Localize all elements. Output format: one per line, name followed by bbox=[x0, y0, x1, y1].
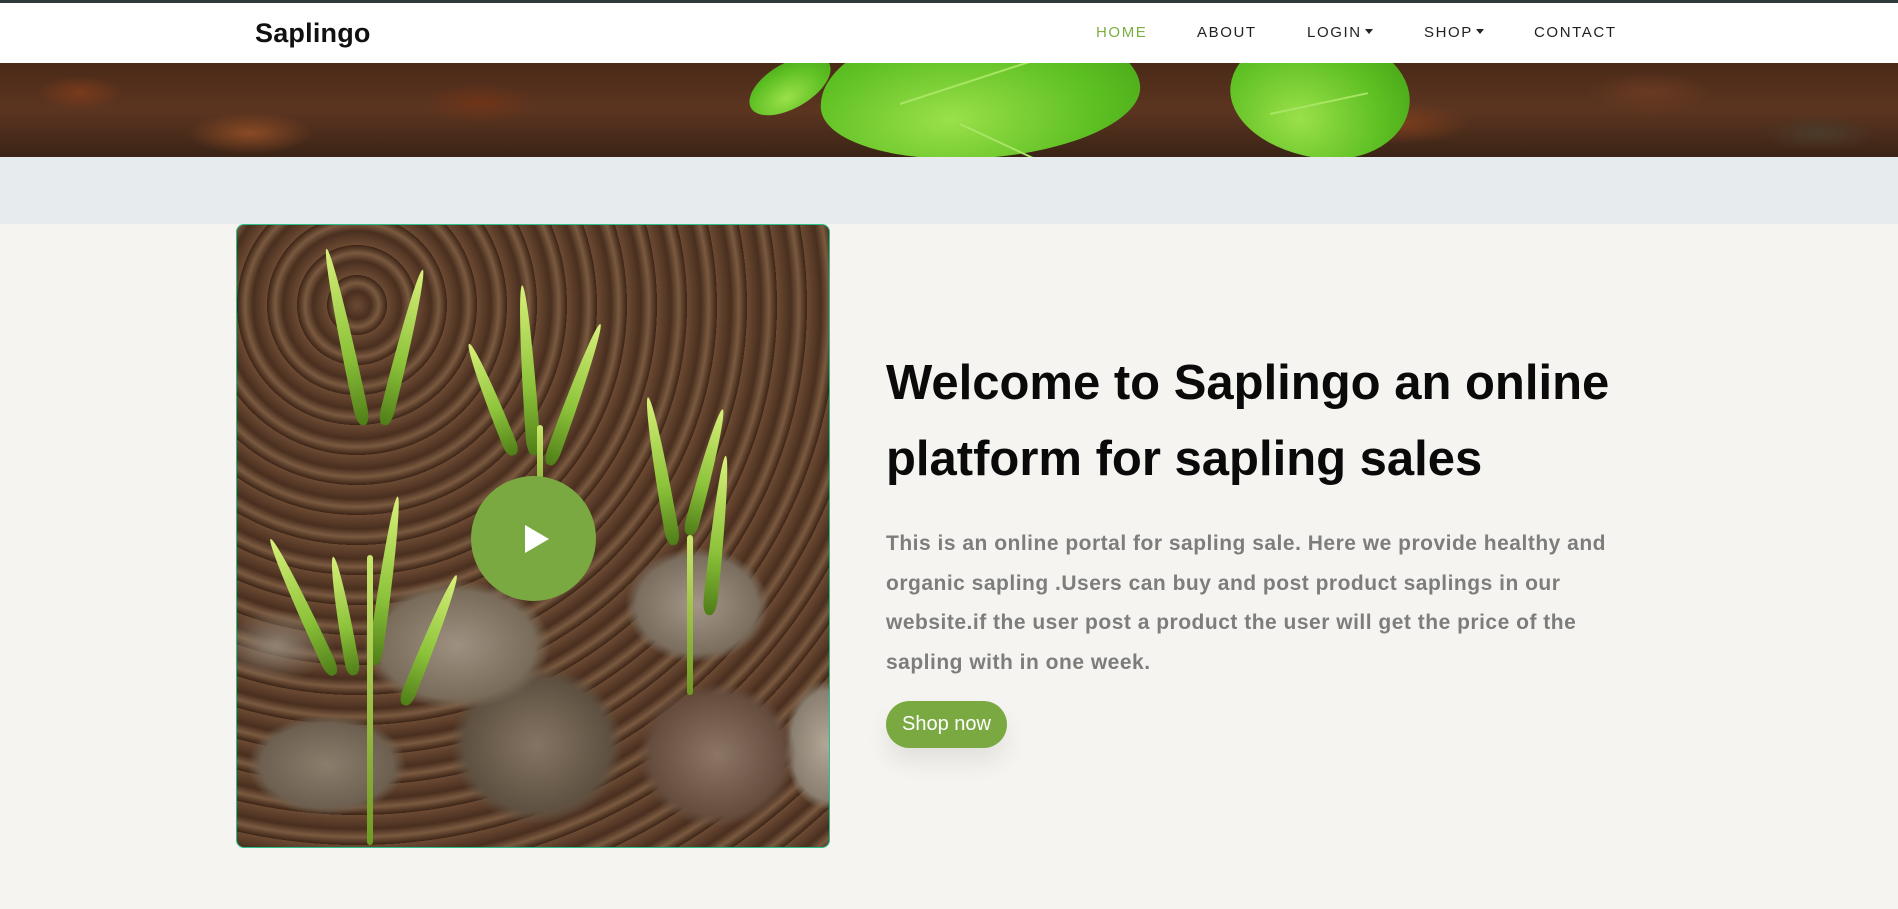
nav-item-login[interactable]: LOGIN bbox=[1307, 24, 1373, 41]
nav-item-about[interactable]: ABOUT bbox=[1197, 24, 1257, 41]
hero-headline: Welcome to Saplingo an online platform f… bbox=[886, 356, 1610, 486]
nav-item-contact[interactable]: CONTACT bbox=[1534, 24, 1617, 41]
navbar: Saplingo HOME ABOUT LOGIN SHOP CONTACT bbox=[0, 0, 1898, 63]
play-icon bbox=[524, 524, 549, 553]
hero-banner-image bbox=[0, 63, 1898, 157]
hero-description: This is an online portal for sapling sal… bbox=[886, 532, 1606, 674]
shop-now-button[interactable]: Shop now bbox=[886, 701, 1007, 748]
section-divider bbox=[0, 157, 1898, 224]
nav-menu: HOME ABOUT LOGIN SHOP CONTACT bbox=[0, 24, 1898, 46]
chevron-down-icon bbox=[1364, 29, 1373, 34]
nav-item-shop-label: SHOP bbox=[1424, 24, 1473, 41]
nav-item-login-label: LOGIN bbox=[1307, 24, 1362, 41]
chevron-down-icon bbox=[1475, 29, 1484, 34]
play-button[interactable] bbox=[471, 476, 596, 601]
leaf-image bbox=[1223, 63, 1417, 157]
video-thumbnail[interactable] bbox=[236, 224, 830, 848]
nav-item-home[interactable]: HOME bbox=[1096, 24, 1147, 41]
nav-item-shop[interactable]: SHOP bbox=[1424, 24, 1484, 41]
